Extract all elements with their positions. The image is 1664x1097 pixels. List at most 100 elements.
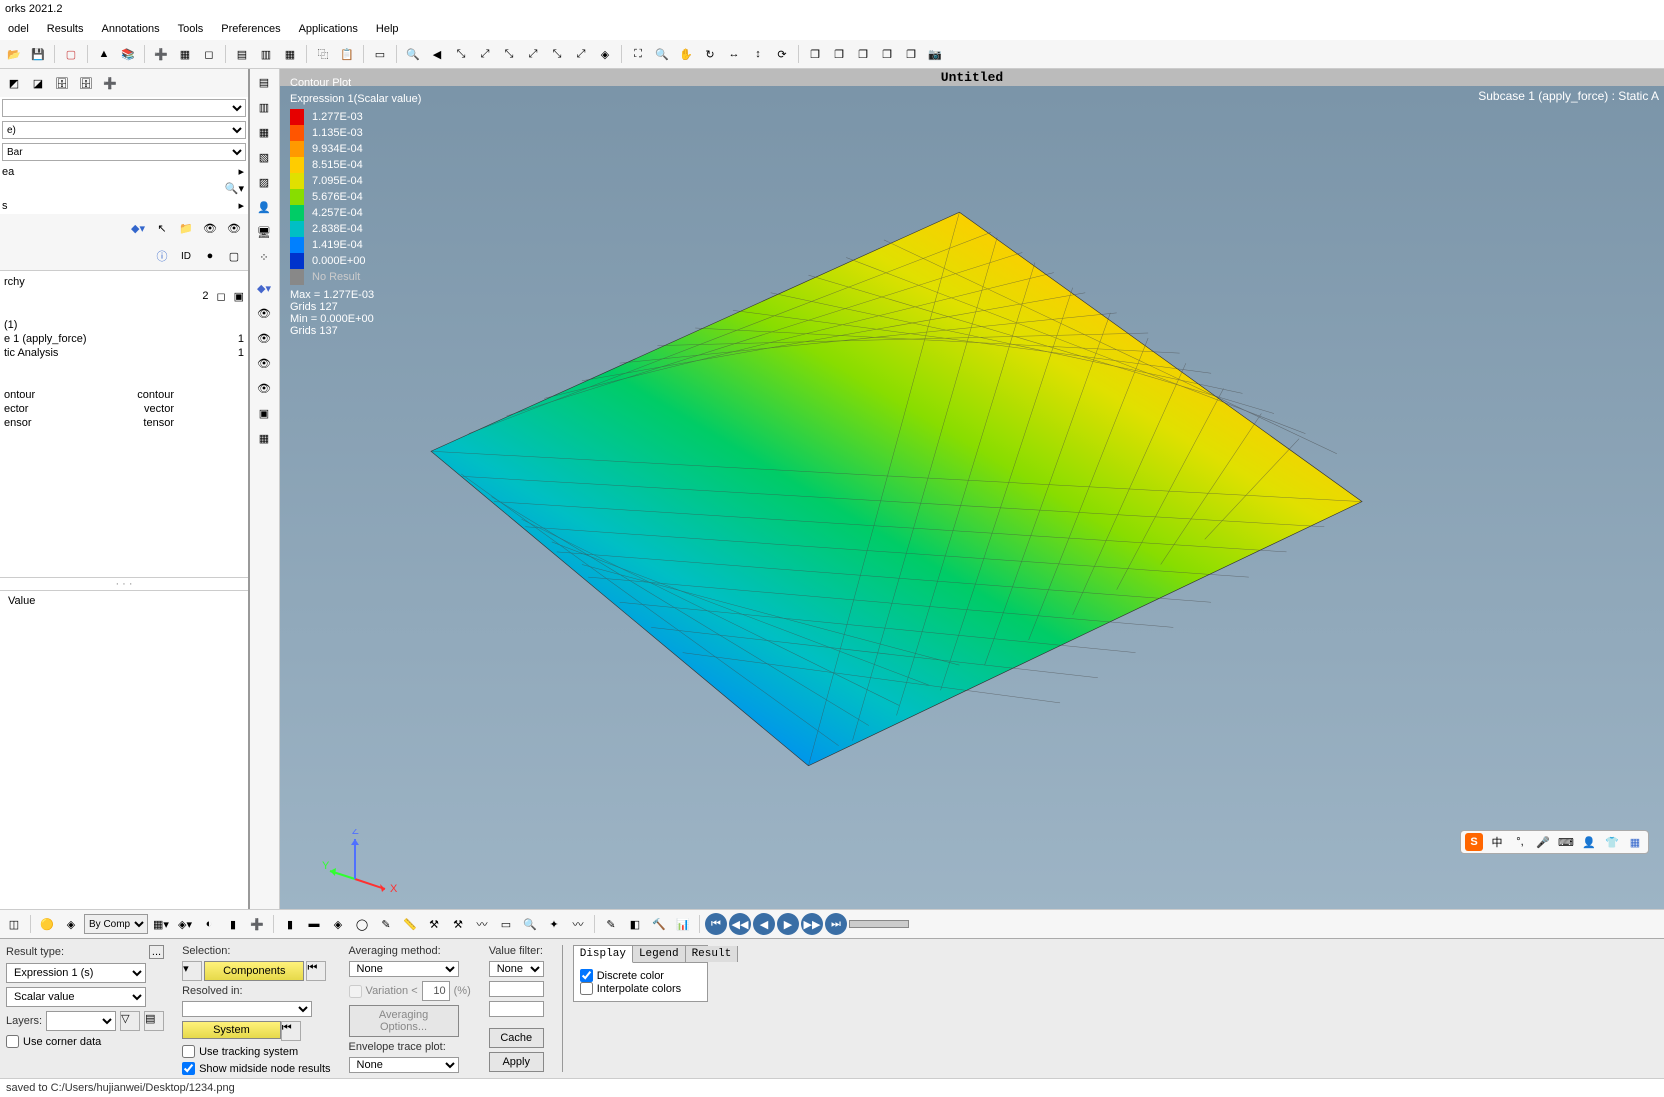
- bar-icon[interactable]: ▮: [222, 913, 244, 935]
- arrows-h-icon[interactable]: ↔: [723, 43, 745, 65]
- user-icon[interactable]: 👤: [252, 196, 276, 218]
- apply-button[interactable]: Apply: [489, 1052, 544, 1072]
- plus-icon[interactable]: ➕: [150, 43, 172, 65]
- model-tree[interactable]: rchy 2◻▣ (1) e 1 (apply_force)1 tic Anal…: [0, 271, 248, 577]
- chevron-right-icon[interactable]: ▸: [238, 199, 244, 212]
- menu-annotations[interactable]: Annotations: [93, 20, 167, 38]
- mic-icon[interactable]: 🎤: [1534, 833, 1552, 851]
- component-select[interactable]: Scalar value: [6, 987, 146, 1007]
- section-icon[interactable]: ◐: [198, 913, 220, 935]
- tensor-icon[interactable]: ▧: [252, 146, 276, 168]
- menu-tools[interactable]: Tools: [170, 20, 212, 38]
- layers-icon[interactable]: ▤: [144, 1011, 164, 1031]
- tree-row[interactable]: ontourcontour: [4, 388, 244, 402]
- back-icon[interactable]: ◀: [426, 43, 448, 65]
- user-icon[interactable]: 👤: [1580, 833, 1598, 851]
- menu-help[interactable]: Help: [368, 20, 407, 38]
- filter-max-input[interactable]: [489, 1001, 544, 1017]
- axis-icon[interactable]: ⤢: [522, 43, 544, 65]
- filter-dropdown-2[interactable]: e): [2, 121, 246, 139]
- discrete-checkbox[interactable]: [580, 969, 593, 982]
- camera-icon[interactable]: 📷: [924, 43, 946, 65]
- legend-icon[interactable]: ▮: [279, 913, 301, 935]
- bycomp-dropdown[interactable]: By Comp: [84, 914, 148, 934]
- prev-icon[interactable]: ◀◀: [729, 913, 751, 935]
- color-icon[interactable]: ●: [199, 245, 221, 267]
- id-toggle[interactable]: ID: [175, 245, 197, 267]
- info-icon[interactable]: ⓘ: [151, 245, 173, 267]
- pan-icon[interactable]: ✋: [675, 43, 697, 65]
- averaging-select[interactable]: None: [349, 961, 459, 977]
- grid-icon[interactable]: ▦: [174, 43, 196, 65]
- measure-icon[interactable]: 📏: [399, 913, 421, 935]
- tab-result[interactable]: Result: [686, 946, 739, 962]
- axis-yz-icon[interactable]: ⤢: [474, 43, 496, 65]
- avg-options-button[interactable]: Averaging Options...: [349, 1005, 459, 1037]
- value-filter-select[interactable]: None: [489, 961, 544, 977]
- tool-icon[interactable]: ⚒: [447, 913, 469, 935]
- hammer-icon[interactable]: 🔨: [648, 913, 670, 935]
- mesh-icon[interactable]: ◈: [327, 913, 349, 935]
- note-icon[interactable]: ▭: [495, 913, 517, 935]
- db-icon[interactable]: 🗄: [75, 72, 97, 94]
- eye-icon[interactable]: 👁: [252, 327, 276, 349]
- tool-icon[interactable]: ▲: [93, 43, 115, 65]
- filter-icon[interactable]: ▽: [120, 1011, 140, 1031]
- eye-icon[interactable]: 👁: [223, 217, 245, 239]
- fwd-icon[interactable]: ▶▶: [801, 913, 823, 935]
- ime-toolbar[interactable]: S 中 °, 🎤 ⌨ 👤 👕 ▦: [1460, 830, 1649, 854]
- eye-icon[interactable]: 👁: [252, 302, 276, 324]
- cube-icon[interactable]: ◈: [60, 913, 82, 935]
- tracking-checkbox[interactable]: [182, 1045, 195, 1058]
- reset-icon[interactable]: ⏮: [281, 1021, 301, 1041]
- vector-icon[interactable]: ▦: [252, 121, 276, 143]
- menu-results[interactable]: Results: [39, 20, 92, 38]
- eye-icon[interactable]: 👁: [252, 352, 276, 374]
- filter-min-input[interactable]: [489, 981, 544, 997]
- iso-icon[interactable]: ▥: [252, 96, 276, 118]
- save-icon[interactable]: 💾: [27, 43, 49, 65]
- last-icon[interactable]: ⏭: [825, 913, 847, 935]
- layers-select[interactable]: [46, 1011, 116, 1031]
- interpolate-checkbox[interactable]: [580, 982, 593, 995]
- node-icon[interactable]: ✦: [543, 913, 565, 935]
- tree-row[interactable]: ectorvector: [4, 402, 244, 416]
- layers-icon[interactable]: 📚: [117, 43, 139, 65]
- menu-applications[interactable]: Applications: [291, 20, 366, 38]
- tree-row[interactable]: e 1 (apply_force)1: [4, 332, 244, 346]
- first-icon[interactable]: ⏮: [705, 913, 727, 935]
- variation-input[interactable]: [422, 981, 450, 1001]
- arrows-v-icon[interactable]: ↕: [747, 43, 769, 65]
- paste-icon[interactable]: 📋: [336, 43, 358, 65]
- eye-icon[interactable]: 👁: [252, 377, 276, 399]
- variation-checkbox[interactable]: [349, 985, 362, 998]
- cursor-icon[interactable]: ↖: [151, 217, 173, 239]
- lasso-icon[interactable]: 〰: [471, 913, 493, 935]
- midside-checkbox[interactable]: [182, 1062, 195, 1075]
- cache-button[interactable]: Cache: [489, 1028, 544, 1048]
- tree-row[interactable]: (1): [4, 318, 244, 332]
- tree-row[interactable]: ensortensor: [4, 416, 244, 430]
- doc-icon[interactable]: ▤: [231, 43, 253, 65]
- result-type-select[interactable]: Expression 1 (s): [6, 963, 146, 983]
- db-icon[interactable]: 🗄: [51, 72, 73, 94]
- window-icon[interactable]: ❐: [900, 43, 922, 65]
- color-sphere-icon[interactable]: 🟡: [36, 913, 58, 935]
- pts-icon[interactable]: ⁘: [252, 246, 276, 268]
- tool-icon[interactable]: ⚒: [423, 913, 445, 935]
- tree-row[interactable]: tic Analysis1: [4, 346, 244, 360]
- box-icon[interactable]: ▢: [223, 245, 245, 267]
- plus-icon[interactable]: ➕: [99, 72, 121, 94]
- axis-icon[interactable]: ⤢: [570, 43, 592, 65]
- box-icon[interactable]: ◻: [198, 43, 220, 65]
- play-icon[interactable]: ▶: [777, 913, 799, 935]
- sogou-icon[interactable]: S: [1465, 833, 1483, 851]
- contour-icon[interactable]: ▤: [252, 71, 276, 93]
- wire-cube-icon[interactable]: ▦▾: [150, 913, 172, 935]
- entity-icon[interactable]: ◆▾: [252, 277, 276, 299]
- filter-dropdown-1[interactable]: [2, 99, 246, 117]
- pencil-icon[interactable]: ✎: [375, 913, 397, 935]
- resolved-select[interactable]: [182, 1001, 312, 1017]
- rotate-icon[interactable]: ⟳: [771, 43, 793, 65]
- clip-icon[interactable]: ▭: [369, 43, 391, 65]
